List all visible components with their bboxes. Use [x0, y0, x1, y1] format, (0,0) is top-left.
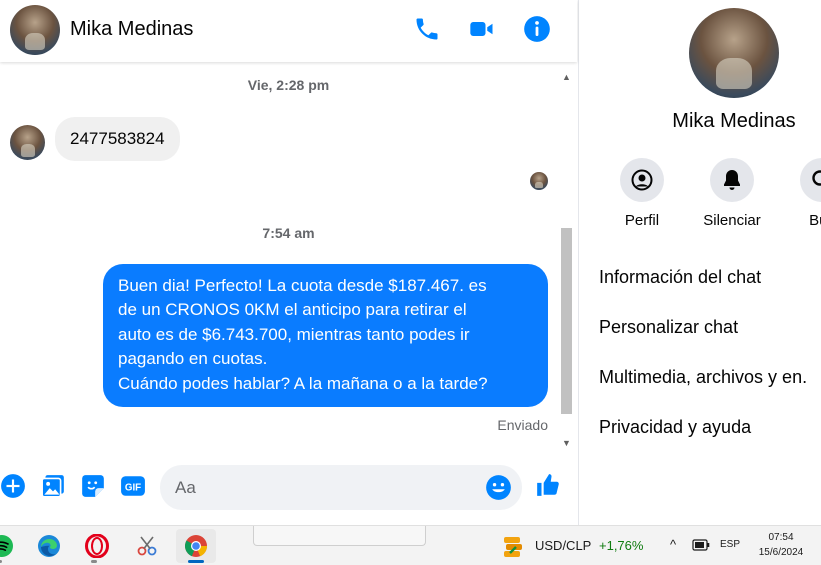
incoming-message[interactable]: 2477583824: [55, 117, 180, 161]
plus-icon[interactable]: [0, 473, 26, 499]
chrome-icon[interactable]: [176, 529, 216, 563]
message-line: auto es de $6.743.700, mientras tanto po…: [118, 324, 470, 344]
scroll-down-arrow[interactable]: ▼: [559, 436, 574, 450]
emoji-icon[interactable]: [485, 474, 512, 501]
bell-icon: [710, 158, 754, 202]
clock-time: 07:54: [768, 532, 794, 543]
search-button[interactable]: Bus: [777, 158, 821, 229]
contact-avatar[interactable]: [10, 5, 60, 55]
profile-label: Perfil: [624, 212, 660, 229]
stock-widget-icon[interactable]: [500, 533, 526, 559]
scrollbar[interactable]: ▲ ▼: [559, 70, 574, 450]
message-line: pagando en cuotas.: [118, 349, 268, 369]
media-files-item[interactable]: Multimedia, archivos y en.: [599, 367, 807, 388]
sender-avatar[interactable]: [10, 125, 45, 160]
chat-pane: Mika Medinas Vie, 2:28 pm 2477583824 7:5…: [0, 0, 577, 525]
profile-icon: [620, 158, 664, 202]
message-timestamp: Vie, 2:28 pm: [247, 77, 330, 93]
window-preview-edge: [253, 526, 426, 546]
message-list[interactable]: Vie, 2:28 pm 2477583824 7:54 am Buen dia…: [0, 62, 577, 452]
opera-icon[interactable]: [77, 529, 117, 563]
battery-icon[interactable]: [692, 539, 710, 554]
message-timestamp: 7:54 am: [262, 225, 315, 241]
message-status: Enviado: [497, 417, 548, 433]
message-input[interactable]: [175, 475, 475, 500]
profile-avatar[interactable]: [689, 8, 779, 98]
stock-name[interactable]: USD/CLP: [535, 538, 591, 553]
gif-label: GIF: [125, 482, 141, 493]
customize-chat-item[interactable]: Personalizar chat: [599, 317, 738, 338]
search-icon: [800, 158, 821, 202]
clock-date: 15/6/2024: [758, 547, 804, 558]
message-input-box[interactable]: [160, 465, 522, 510]
outgoing-message[interactable]: Buen dia! Perfecto! La cuota desde $187.…: [103, 264, 548, 408]
mute-button[interactable]: Silenciar: [687, 158, 777, 229]
spotify-icon[interactable]: [0, 529, 22, 563]
chat-info-item[interactable]: Información del chat: [599, 267, 761, 288]
scroll-up-arrow[interactable]: ▲: [559, 70, 574, 84]
profile-name: Mika Medinas: [672, 110, 796, 132]
sticker-icon[interactable]: [80, 473, 106, 499]
like-icon[interactable]: [535, 472, 563, 500]
search-label: Bus: [809, 212, 821, 229]
app-root: Mika Medinas Vie, 2:28 pm 2477583824 7:5…: [0, 0, 821, 565]
contact-name[interactable]: Mika Medinas: [70, 18, 193, 41]
phone-icon[interactable]: [413, 15, 441, 43]
video-camera-icon[interactable]: [468, 15, 496, 43]
stock-change[interactable]: +1,76%: [599, 538, 643, 553]
gallery-icon[interactable]: [40, 473, 66, 499]
scrollbar-thumb[interactable]: [561, 228, 572, 414]
message-line: de un CRONOS 0KM el anticipo para retira…: [118, 300, 467, 320]
language-indicator[interactable]: ESP: [720, 539, 740, 550]
system-clock[interactable]: 07:54 15/6/2024: [752, 530, 810, 560]
profile-button[interactable]: Perfil: [597, 158, 687, 229]
info-icon[interactable]: [523, 15, 551, 43]
message-line: Cuándo podes hablar? A la mañana o a la …: [118, 373, 488, 393]
snipping-icon[interactable]: [127, 529, 167, 563]
edge-icon[interactable]: [29, 529, 69, 563]
seen-indicator-avatar: [530, 172, 548, 190]
privacy-help-item[interactable]: Privacidad y ayuda: [599, 417, 751, 438]
taskbar: USD/CLP +1,76% ^ ESP 07:54 15/6/2024: [0, 525, 821, 565]
chevron-up-icon[interactable]: ^: [670, 537, 676, 552]
gif-icon[interactable]: GIF: [120, 473, 146, 499]
mute-label: Silenciar: [703, 212, 761, 229]
composer: GIF: [0, 455, 577, 525]
chat-header: Mika Medinas: [0, 0, 577, 62]
message-line: Buen dia! Perfecto! La cuota desde $187.…: [118, 276, 487, 295]
chat-info-panel: Mika Medinas Perfil Silenciar Bus Inform…: [578, 0, 821, 525]
